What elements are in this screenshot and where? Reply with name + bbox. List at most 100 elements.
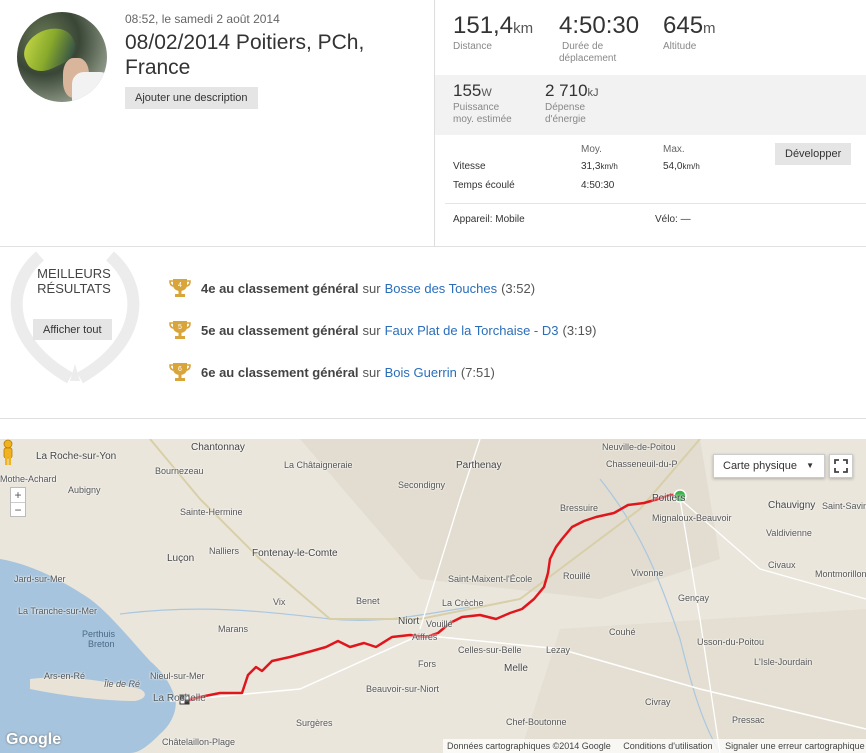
- route-map[interactable]: Perthuis Breton Île de Ré Chantonnay La R…: [0, 439, 866, 753]
- map-town-label: La Crèche: [442, 598, 484, 608]
- energy-label-1: Dépense: [545, 102, 586, 113]
- section-divider: [0, 418, 866, 419]
- svg-text:4: 4: [178, 282, 182, 289]
- map-town-label: Saint-Maixent-l'École: [448, 574, 533, 584]
- map-town-label: Rouillé: [563, 571, 591, 581]
- map-town-label: Aiffres: [412, 632, 438, 642]
- map-town-label: Nieul-sur-Mer: [150, 671, 205, 681]
- map-town-label: L'Isle-Jourdain: [754, 657, 813, 667]
- avatar[interactable]: [17, 12, 107, 102]
- segment-link[interactable]: Bois Guerrin: [385, 365, 457, 380]
- stat-elevation: 645m Altitude: [663, 12, 716, 53]
- map-town-label: Surgères: [296, 718, 333, 728]
- map-town-label: Melle: [504, 663, 528, 674]
- svg-text:5: 5: [178, 324, 182, 331]
- avatar-shirt: [72, 72, 107, 102]
- segment-link[interactable]: Faux Plat de la Torchaise - D3: [385, 323, 559, 338]
- map-town-label: Poitiers: [652, 493, 686, 504]
- achievement-rank: 5e au classement général: [201, 322, 359, 338]
- segment-link[interactable]: Bosse des Touches: [385, 281, 498, 296]
- map-town-label: Bournezeau: [155, 466, 204, 476]
- add-description-button[interactable]: Ajouter une description: [125, 87, 258, 109]
- primary-stats: 151,4km Distance 4:50:30 Durée de déplac…: [435, 0, 866, 75]
- achievement-sur: sur: [362, 322, 381, 338]
- map-town-label: La Rochelle: [153, 693, 206, 704]
- map-town-label: Neuville-de-Poitou: [602, 442, 676, 452]
- dropdown-caret-icon: ▼: [806, 461, 814, 470]
- distance-unit: km: [513, 20, 534, 37]
- activity-title: 08/02/2014 Poitiers, PCh, France: [125, 31, 365, 79]
- energy-label-2: d'énergie: [545, 114, 586, 125]
- report-error-link[interactable]: Signaler une erreur cartographique: [725, 741, 865, 751]
- map-town-label: Marans: [218, 624, 249, 634]
- elapsed-avg: 4:50:30: [581, 180, 615, 191]
- fullscreen-icon: [834, 459, 848, 473]
- map-town-label: Vix: [273, 597, 286, 607]
- map-town-label: Chef-Boutonne: [506, 717, 567, 727]
- stat-energy: 2 710kJ Dépense d'énergie: [545, 81, 599, 126]
- elapsed-label: Temps écoulé: [453, 180, 515, 191]
- map-attribution: Données cartographiques ©2014 Google Con…: [443, 739, 866, 753]
- sea-label: Perthuis Breton: [82, 629, 116, 649]
- map-town-label: Vouillé: [426, 619, 453, 629]
- map-town-label: Aubigny: [68, 485, 101, 495]
- map-town-label: Beauvoir-sur-Niort: [366, 684, 440, 694]
- achievement-sur: sur: [362, 364, 381, 380]
- power-label-2: moy. estimée: [453, 114, 512, 125]
- map-town-label: Mothe-Achard: [0, 474, 57, 484]
- pegman-icon[interactable]: [0, 439, 16, 467]
- best-results-title: MEILLEURS RÉSULTATS: [37, 266, 111, 296]
- power-label-1: Puissance: [453, 102, 500, 113]
- speed-label: Vitesse: [453, 161, 486, 172]
- terms-link[interactable]: Conditions d'utilisation: [623, 741, 712, 751]
- map-town-label: Fontenay-le-Comte: [252, 548, 338, 559]
- map-town-label: La Châtaigneraie: [284, 460, 353, 470]
- energy-value: 2 710: [545, 81, 588, 100]
- develop-button[interactable]: Développer: [775, 143, 852, 165]
- map-town-label: Châtelaillon-Plage: [162, 737, 236, 747]
- map-town-label: Vivonne: [631, 568, 664, 578]
- map-town-label: Chasseneuil-du-P: [606, 459, 678, 469]
- distance-value: 151,4: [453, 12, 514, 39]
- map-town-label: Bressuire: [560, 503, 599, 513]
- map-town-label: Secondigny: [398, 480, 446, 490]
- achievement-row: 4 4e au classement général sur Bosse des…: [168, 276, 535, 300]
- power-value: 155: [453, 81, 482, 100]
- achievement-rank: 6e au classement général: [201, 364, 359, 380]
- speed-max: 54,0km/h: [663, 161, 700, 172]
- zoom-in-button[interactable]: +: [11, 488, 25, 502]
- map-town-label: Gençay: [678, 593, 710, 603]
- map-town-label: Nalliers: [209, 546, 240, 556]
- map-town-label: Lezay: [546, 645, 571, 655]
- map-type-select[interactable]: Carte physique ▼: [713, 454, 825, 478]
- map-town-label: La Tranche-sur-Mer: [18, 606, 98, 616]
- zoom-out-button[interactable]: −: [11, 502, 25, 517]
- map-town-label: Luçon: [167, 553, 195, 564]
- moving-time-value: 4:50:30: [559, 12, 640, 39]
- map-town-label: Montmorillon: [815, 569, 866, 579]
- fullscreen-button[interactable]: [829, 454, 853, 478]
- trophy-icon: 4: [169, 279, 191, 297]
- stat-distance: 151,4km Distance: [453, 12, 533, 53]
- activity-page: 08:52, le samedi 2 août 2014 08/02/2014 …: [0, 0, 866, 753]
- map-town-label: Saint-Savin: [822, 501, 866, 511]
- elevation-value: 645: [663, 12, 704, 39]
- map-town-label: Jard-sur-Mer: [14, 574, 66, 584]
- zoom-control: + −: [10, 487, 26, 517]
- show-all-button[interactable]: Afficher tout: [33, 319, 112, 340]
- col-max-header: Max.: [663, 144, 685, 155]
- map-town-label: Chauvigny: [768, 500, 816, 511]
- map-town-label: Mignaloux-Beauvoir: [652, 513, 732, 523]
- moving-time-label-1: Durée de: [562, 41, 604, 52]
- stats-panel: 151,4km Distance 4:50:30 Durée de déplac…: [434, 0, 866, 246]
- achievement-row: 6 6e au classement général sur Bois Guer…: [168, 360, 495, 384]
- google-logo: Google: [6, 731, 62, 748]
- map-data-credit: Données cartographiques ©2014 Google: [447, 741, 611, 751]
- achievement-row: 5 5e au classement général sur Faux Plat…: [168, 318, 596, 342]
- trophy-icon: 6: [169, 363, 191, 381]
- map-town-label: Parthenay: [456, 460, 502, 471]
- stat-moving-time: 4:50:30 Durée de déplacement: [559, 12, 639, 65]
- trophy-icon: 5: [169, 321, 191, 339]
- moving-time-label-2: déplacement: [559, 53, 617, 64]
- map-type-label: Carte physique: [723, 460, 797, 472]
